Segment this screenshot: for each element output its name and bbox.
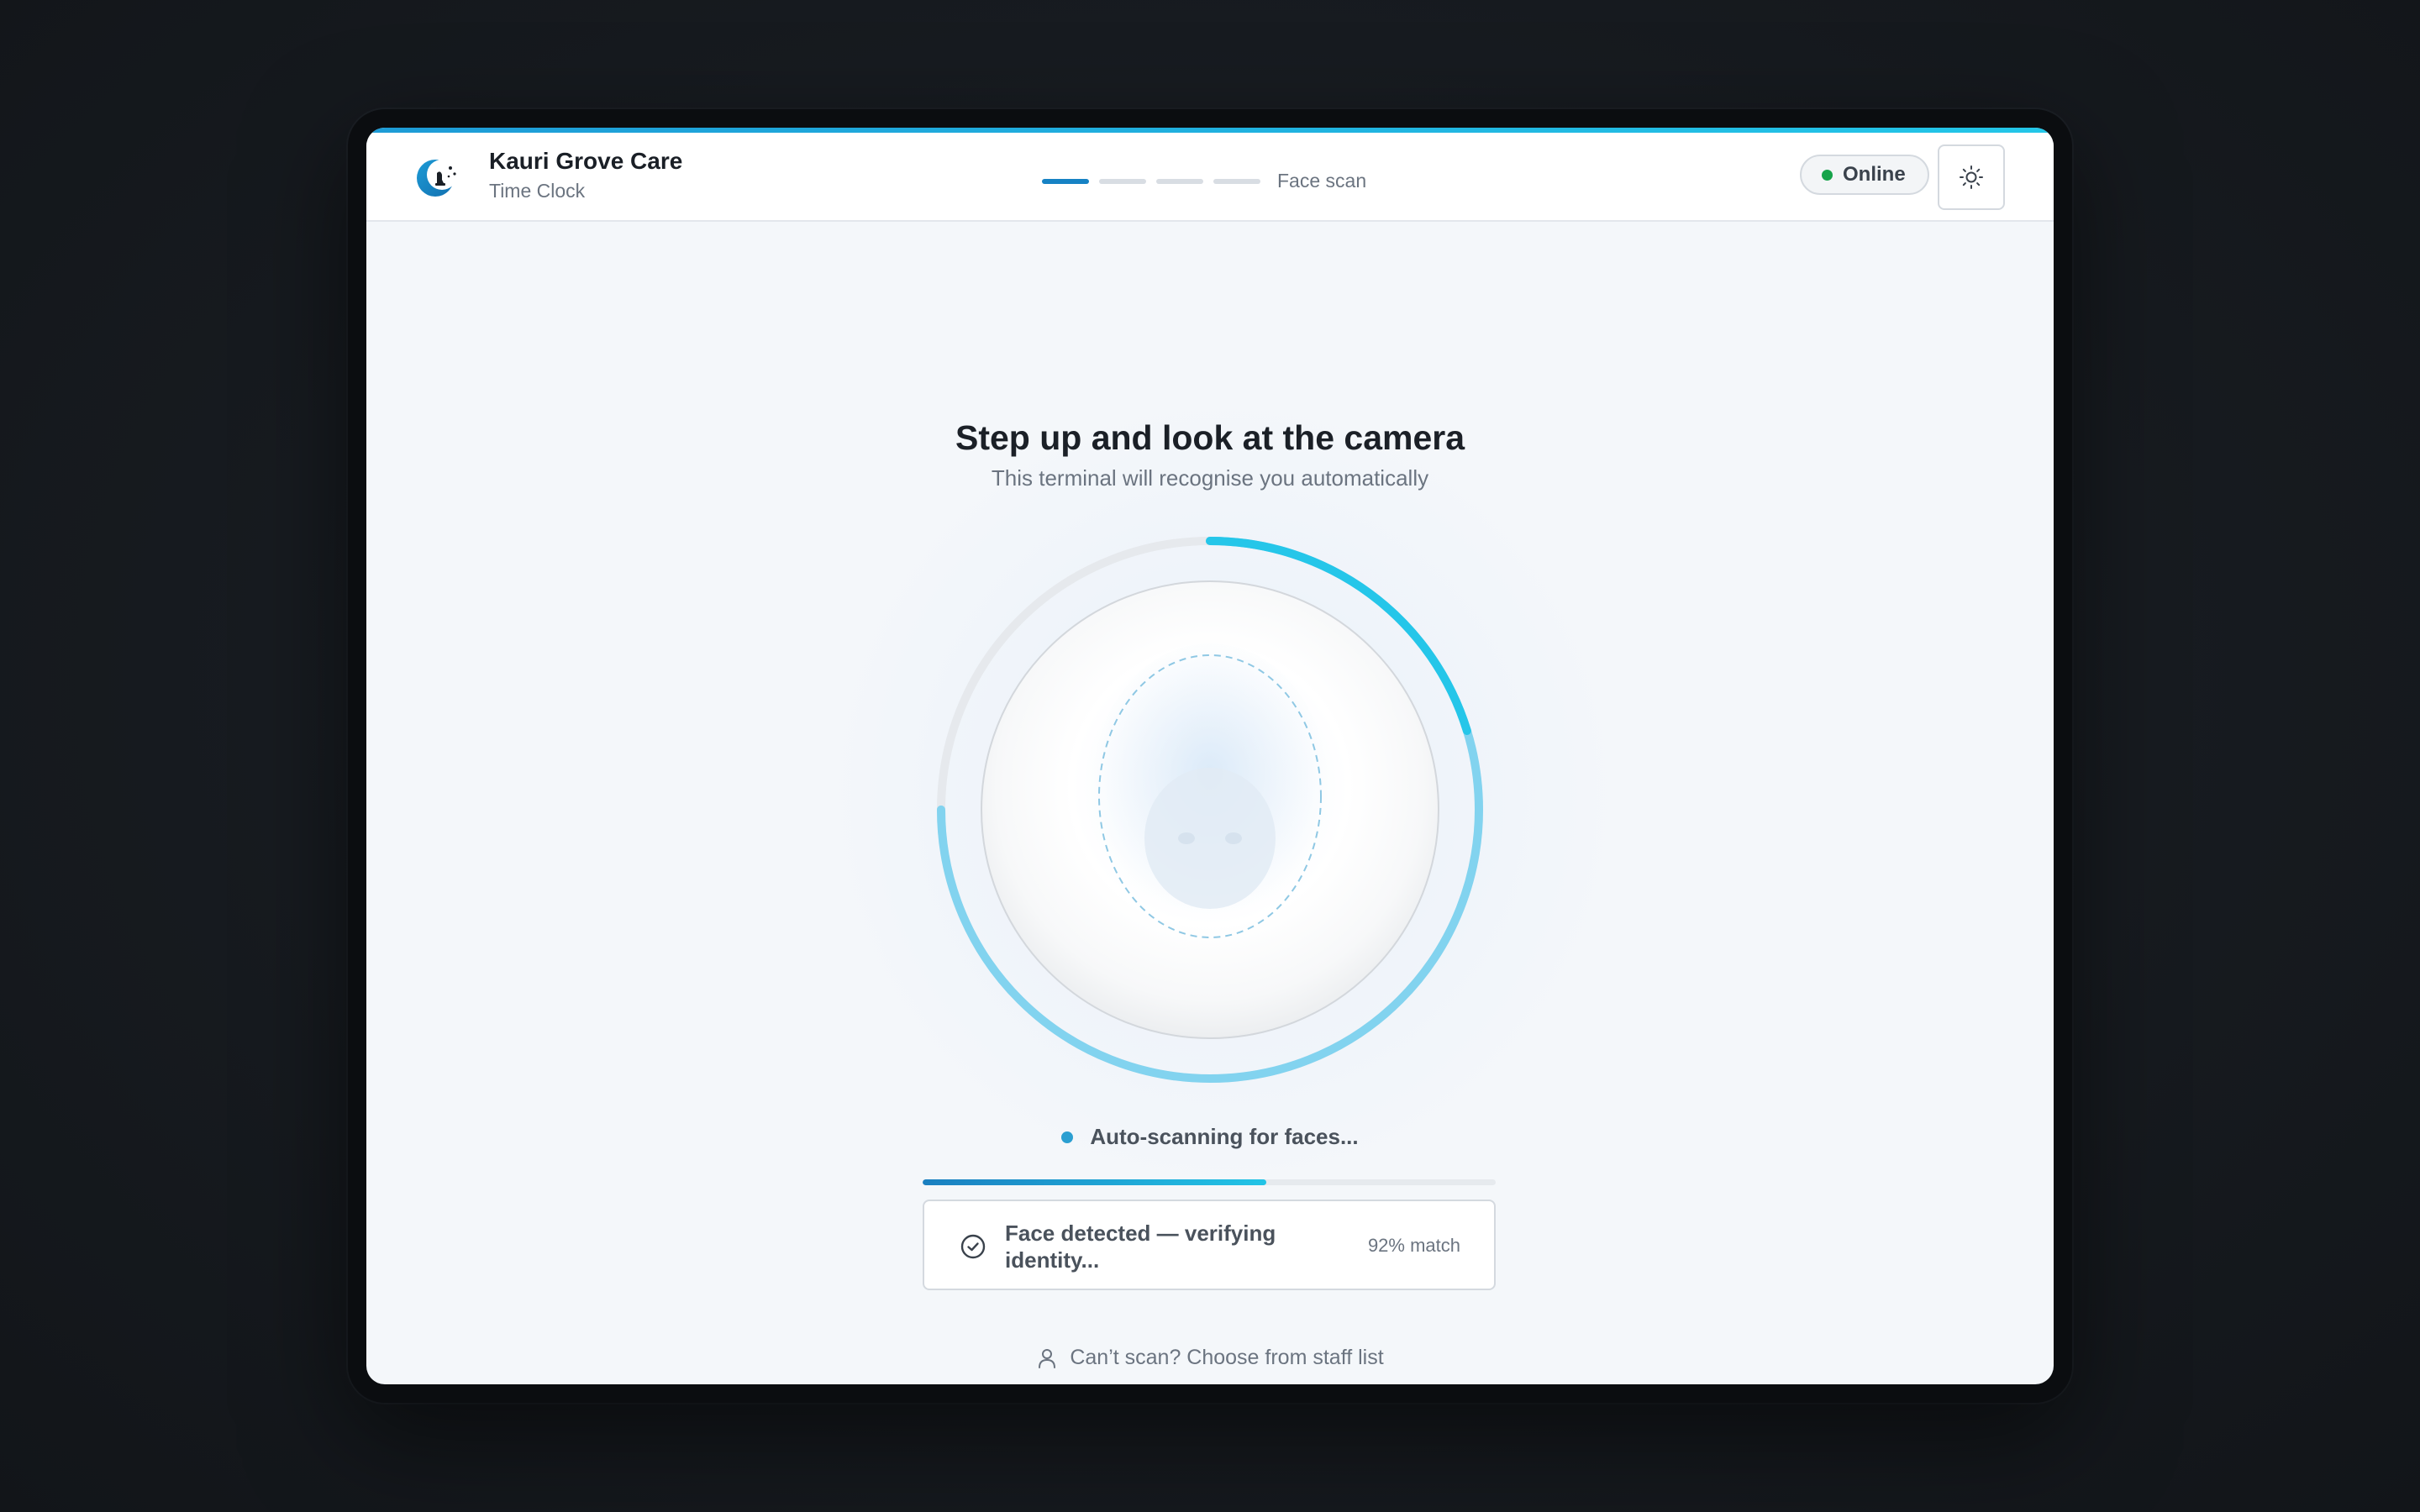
connection-status-text: Online: [1843, 163, 1906, 186]
app-header: Kauri Grove Care Time Clock Face scan On…: [366, 133, 2054, 222]
scan-progress-fill: [923, 1179, 1267, 1185]
step-indicator: Face scan: [1042, 170, 1366, 192]
staff-list-link-text: Can’t scan? Choose from staff list: [1070, 1346, 1384, 1369]
face-scanner: [937, 537, 1483, 1083]
connection-status-badge: Online: [1800, 155, 1929, 195]
staff-list-link[interactable]: Can’t scan? Choose from staff list: [366, 1346, 2054, 1370]
app-screen: Kauri Grove Care Time Clock Face scan On…: [366, 128, 2054, 1384]
face-eye-left: [1178, 832, 1195, 844]
brand-name: Kauri Grove Care: [489, 148, 683, 174]
verification-status-text: Face detected — verifying identity...: [1005, 1221, 1276, 1273]
check-circle-icon: [960, 1234, 986, 1259]
step-segment-1: [1042, 178, 1089, 184]
step-segment-4: [1213, 178, 1260, 184]
tablet-frame: Kauri Grove Care Time Clock Face scan On…: [348, 109, 2072, 1403]
theme-toggle-button[interactable]: [1938, 144, 2005, 210]
brand-subtitle: Time Clock: [489, 180, 586, 202]
match-score: 92% match: [1367, 1235, 1460, 1256]
page-subtitle: This terminal will recognise you automat…: [991, 465, 1429, 491]
step-segment-3: [1156, 178, 1203, 184]
scan-progress-bar: [923, 1179, 1496, 1185]
scan-status: Auto-scanning for faces...: [366, 1124, 2054, 1150]
person-icon: [1039, 1348, 1056, 1368]
moon-bell-logo-icon: [417, 160, 457, 197]
status-dot-icon: [1822, 169, 1833, 181]
face-eye-right: [1225, 832, 1242, 844]
face-silhouette: [1144, 768, 1276, 909]
scan-main-area: Step up and look at the camera This term…: [366, 222, 2054, 1384]
step-segment-2: [1099, 178, 1146, 184]
page-title: Step up and look at the camera: [955, 418, 1465, 457]
scan-status-text: Auto-scanning for faces...: [1090, 1124, 1359, 1149]
scan-pulse-icon: [1061, 1131, 1074, 1143]
step-label: Face scan: [1277, 170, 1367, 192]
verification-result-card: Face detected — verifying identity... 92…: [923, 1200, 1496, 1290]
sun-icon: [1960, 165, 1983, 189]
